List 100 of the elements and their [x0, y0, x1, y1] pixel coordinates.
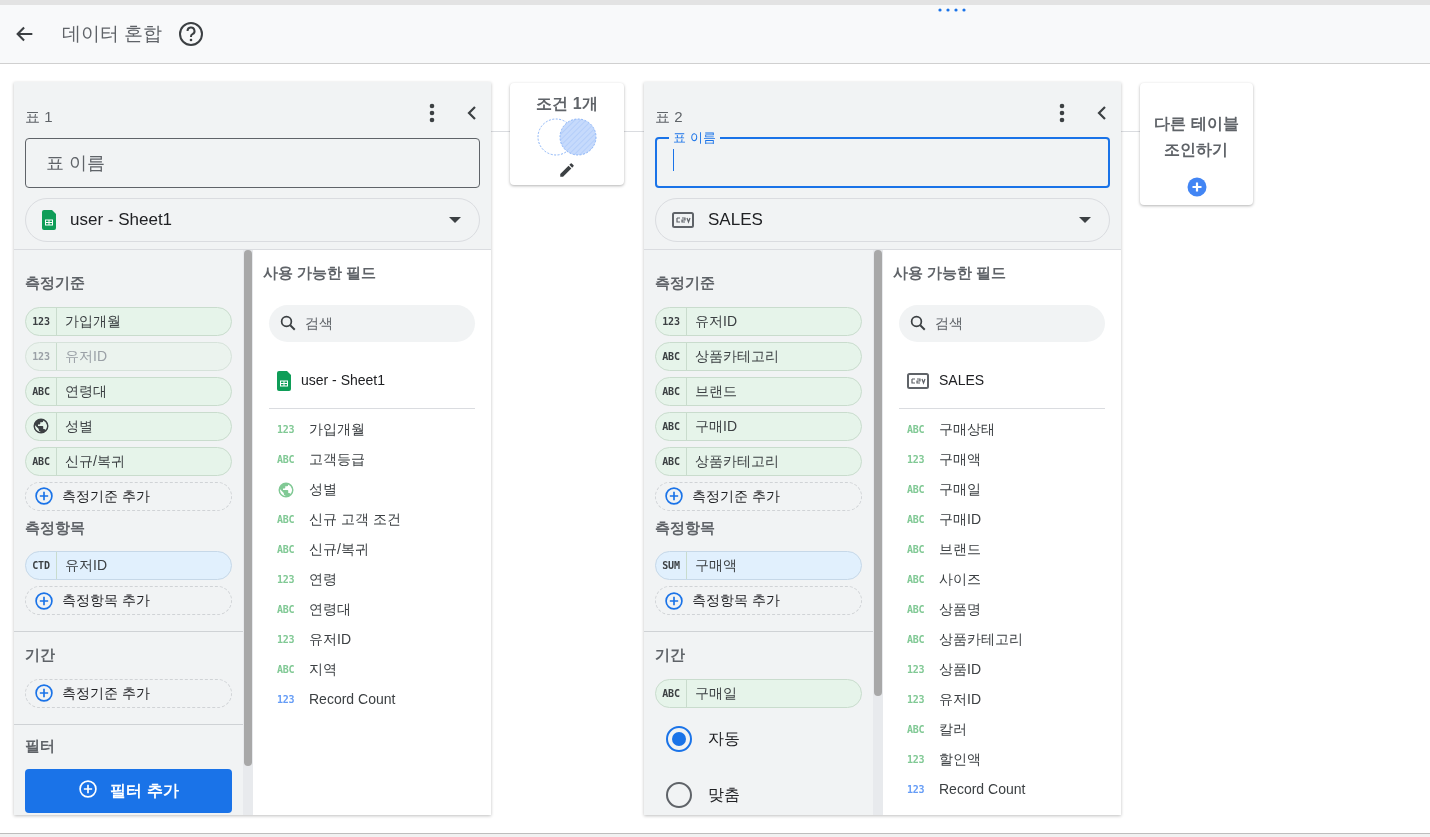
- field-type-label: 123: [32, 349, 50, 364]
- field-list-item[interactable]: ABC 구매일: [907, 474, 1105, 505]
- field-type-label: ABC: [662, 454, 680, 469]
- field-type-label: ABC: [277, 663, 295, 677]
- search-field[interactable]: 검색: [269, 304, 475, 342]
- table-title: 표 1: [25, 106, 54, 127]
- field-list-item[interactable]: 123 유저ID: [277, 624, 475, 655]
- field-chip[interactable]: ABC 브랜드: [655, 376, 862, 406]
- field-list-item[interactable]: ABC 브랜드: [907, 534, 1105, 565]
- field-chip[interactable]: 성별: [25, 411, 232, 441]
- field-list-item[interactable]: ABC 지역: [277, 654, 475, 685]
- field-list-item[interactable]: ABC 사이즈: [907, 564, 1105, 595]
- field-type-label: 123: [277, 423, 295, 437]
- field-type-label: 123: [907, 453, 925, 467]
- field-list-item[interactable]: ABC 신규/복귀: [277, 534, 475, 565]
- field-chip[interactable]: ABC 상품카테고리: [655, 341, 862, 371]
- scrollbar[interactable]: [244, 250, 252, 766]
- dropdown-caret-icon: [449, 217, 461, 223]
- add-icon: [34, 590, 54, 611]
- field-type-label: ABC: [32, 454, 50, 469]
- add-icon: [34, 683, 54, 703]
- collapse-icon[interactable]: [467, 105, 477, 121]
- field-list-item[interactable]: ABC 구매ID: [907, 504, 1105, 535]
- field-chip[interactable]: 123 유저ID: [655, 306, 862, 336]
- field-chip[interactable]: ABC 상품카테고리: [655, 446, 862, 476]
- spreadsheet-icon: [42, 210, 56, 230]
- drag-handle-icon[interactable]: [938, 8, 968, 12]
- field-list-item[interactable]: 123 상품ID: [907, 654, 1105, 685]
- source-row[interactable]: user - Sheet1: [269, 363, 475, 409]
- field-type-label: 123: [907, 693, 925, 707]
- source-row[interactable]: SALES: [899, 363, 1105, 409]
- field-type-label: 123: [662, 314, 680, 329]
- edit-pencil-icon[interactable]: [558, 161, 576, 179]
- help-icon[interactable]: [178, 21, 205, 47]
- field-type-label: ABC: [907, 633, 925, 647]
- section-title: 측정기준: [25, 273, 86, 293]
- section-title: 측정항목: [25, 517, 86, 538]
- field-list-item[interactable]: ABC 상품명: [907, 594, 1105, 625]
- scrollbar[interactable]: [874, 250, 882, 696]
- search-field[interactable]: 검색: [899, 304, 1105, 342]
- field-list-item[interactable]: 123 Record Count: [907, 774, 1105, 805]
- field-type-label: 123: [32, 314, 50, 329]
- field-list-item[interactable]: 123 유저ID: [907, 684, 1105, 715]
- field-list-item[interactable]: 123 구매액: [907, 444, 1105, 475]
- collapse-icon[interactable]: [1097, 105, 1107, 121]
- field-chip[interactable]: CTD 유저ID: [25, 551, 232, 580]
- section-title: 측정항목: [655, 517, 716, 538]
- chip-label: 성별: [64, 416, 93, 436]
- field-type-label: ABC: [662, 349, 680, 364]
- more-icon[interactable]: [1059, 103, 1065, 123]
- field-list-item[interactable]: 123 연령: [277, 564, 475, 595]
- field-chip[interactable]: ABC 신규/복귀: [25, 446, 232, 476]
- join-another-table-card[interactable]: 다른 테이블 조인하기: [1140, 83, 1253, 205]
- field-chip[interactable]: ABC 연령대: [25, 376, 232, 406]
- field-list-item[interactable]: 123 가입개월: [277, 414, 475, 445]
- chip-label: 상품카테고리: [694, 451, 779, 471]
- radio-option[interactable]: 자동: [655, 713, 862, 764]
- add-filter-button[interactable]: 필터 추가: [25, 769, 232, 813]
- field-type-label: 123: [277, 693, 295, 707]
- add-icon: [664, 590, 684, 611]
- chip-label: 유저ID: [64, 556, 107, 575]
- field-type-label: ABC: [907, 483, 925, 497]
- field-list-item[interactable]: ABC 상품카테고리: [907, 624, 1105, 655]
- field-chip[interactable]: SUM 구매액: [655, 551, 862, 580]
- field-list-item[interactable]: ABC 칼러: [907, 714, 1105, 745]
- page-title: 데이터 혼합: [62, 21, 163, 46]
- field-type-label: ABC: [907, 513, 925, 527]
- field-type-label: ABC: [277, 513, 295, 527]
- chip-label: 구매ID: [694, 416, 737, 436]
- field-type-label: ABC: [277, 453, 295, 467]
- join-condition-card[interactable]: 조건 1개: [510, 83, 624, 185]
- field-list-item[interactable]: 123 Record Count: [277, 684, 475, 715]
- field-list-item[interactable]: 성별: [277, 474, 475, 505]
- field-list-item[interactable]: ABC 연령대: [277, 594, 475, 625]
- globe-icon: [32, 417, 50, 435]
- field-type-label: ABC: [907, 543, 925, 557]
- field-chip[interactable]: ABC 구매일: [655, 678, 862, 708]
- field-type-label: ABC: [662, 384, 680, 399]
- field-chip[interactable]: 123 가입개월: [25, 306, 232, 336]
- field-type-label: 123: [907, 663, 925, 677]
- field-chip[interactable]: ABC 구매ID: [655, 411, 862, 441]
- field-type-label: ABC: [32, 384, 50, 399]
- search-icon: [909, 314, 927, 332]
- field-list-item[interactable]: 123 할인액: [907, 744, 1105, 775]
- field-type-label: CTD: [32, 559, 50, 573]
- field-type-label: 123: [277, 573, 295, 587]
- radio-option[interactable]: 맞춤: [655, 769, 862, 815]
- field-type-label: ABC: [907, 723, 925, 737]
- table-name-field[interactable]: 표 이름: [25, 138, 480, 188]
- spreadsheet-icon: [277, 370, 291, 391]
- field-list-item[interactable]: ABC 구매상태: [907, 414, 1105, 445]
- field-list-item[interactable]: ABC 고객등급: [277, 444, 475, 475]
- table-name-field[interactable]: 표 이름: [655, 131, 1110, 188]
- search-icon: [279, 314, 297, 332]
- available-fields-title: 사용 가능한 필드: [263, 263, 378, 283]
- field-type-label: 123: [277, 633, 295, 647]
- more-icon[interactable]: [429, 103, 435, 123]
- field-type-label: ABC: [907, 603, 925, 617]
- field-type-label: ABC: [907, 573, 925, 587]
- field-list-item[interactable]: ABC 신규 고객 조건: [277, 504, 475, 535]
